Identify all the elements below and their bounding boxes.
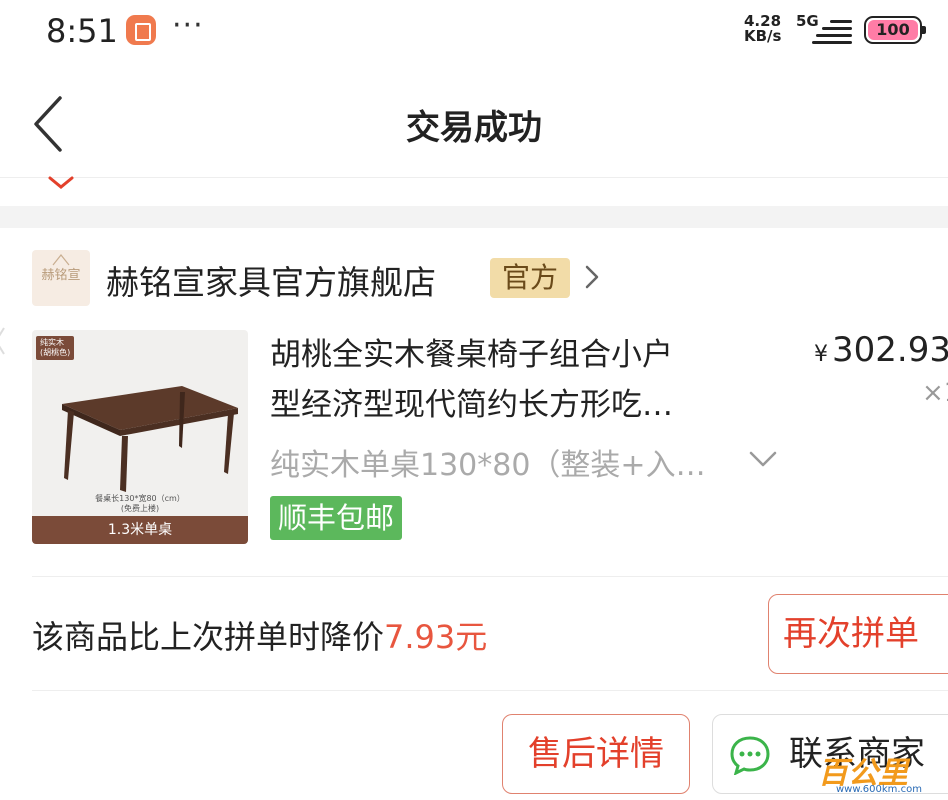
- chevron-right-icon[interactable]: [584, 264, 600, 290]
- network-speed-unit: KB/s: [744, 27, 782, 45]
- product-quantity: ×1: [922, 378, 948, 408]
- divider: [32, 576, 948, 577]
- more-notifications-icon: ···: [172, 8, 204, 43]
- shop-name[interactable]: 赫铭宣家具官方旗舰店: [106, 256, 436, 304]
- network-speed: 4.28 KB/s: [744, 14, 790, 44]
- site-watermark: 百公里 www.600km.com: [818, 744, 948, 800]
- battery-level: 100: [868, 20, 918, 40]
- chevron-down-icon: [48, 176, 74, 189]
- currency-symbol: ¥: [814, 342, 828, 367]
- edge-chevron-icon: [0, 327, 5, 355]
- watermark-url: www.600km.com: [836, 784, 922, 795]
- shop-logo-text: 赫铭宣: [41, 268, 81, 283]
- divider: [32, 690, 948, 691]
- product-image-caption-line2: (免费上楼): [120, 504, 160, 513]
- product-title-line1: 胡桃全实木餐桌椅子组合小户: [270, 337, 673, 373]
- aftersale-details-button[interactable]: 售后详情: [502, 714, 690, 794]
- price-drop-notice: 该商品比上次拼单时降价7.93元: [32, 612, 487, 658]
- price-drop-amount: 7.93元: [384, 618, 488, 656]
- shop-logo[interactable]: 赫铭宣: [32, 250, 90, 306]
- table-illustration: [62, 386, 238, 492]
- product-price: ¥302.93: [814, 330, 948, 370]
- product-image-footer: 1.3米单桌: [32, 516, 248, 544]
- page-title: 交易成功: [406, 108, 542, 148]
- price-drop-text: 该商品比上次拼单时降价: [32, 618, 385, 656]
- chevron-down-icon[interactable]: [748, 450, 778, 468]
- product-image[interactable]: 纯实木 (胡桃色) 餐桌长130*宽80（cm） (免费上楼) 1.3米单桌: [32, 330, 248, 544]
- official-badge: 官方: [490, 258, 571, 298]
- product-title-line2: 型经济型现代简约长方形吃…: [270, 387, 673, 423]
- product-title[interactable]: 胡桃全实木餐桌椅子组合小户 型经济型现代简约长方形吃…: [270, 330, 770, 430]
- chat-icon: [730, 736, 770, 775]
- price-value: 302.93: [832, 330, 948, 370]
- notification-app-icon: [126, 15, 156, 45]
- shop-header[interactable]: 赫铭宣 赫铭宣家具官方旗舰店 官方: [32, 250, 912, 306]
- shipping-badge: 顺丰包邮: [270, 496, 403, 540]
- nav-bar: 交易成功: [0, 64, 948, 178]
- order-detail-screen: 8:51 ··· 4.28 KB/s 5G 100 交易成功 赫铭宣 赫铭宣家具…: [0, 0, 948, 800]
- product-image-caption: 餐桌长130*宽80（cm） (免费上楼): [32, 494, 248, 514]
- section-divider: [0, 206, 948, 228]
- signal-bars-icon: [812, 18, 852, 48]
- signal-icon: 5G: [796, 12, 856, 48]
- battery-icon: 100: [864, 16, 926, 44]
- product-image-tag-line1: 纯实木: [40, 338, 64, 347]
- product-spec[interactable]: 纯实木单桌130*80（整装+入…: [270, 440, 706, 484]
- reorder-button[interactable]: 再次拼单: [768, 594, 948, 674]
- product-image-caption-line1: 餐桌长130*宽80（cm）: [95, 494, 185, 503]
- status-time: 8:51: [46, 12, 118, 50]
- status-bar: 8:51 ··· 4.28 KB/s 5G 100: [0, 0, 948, 64]
